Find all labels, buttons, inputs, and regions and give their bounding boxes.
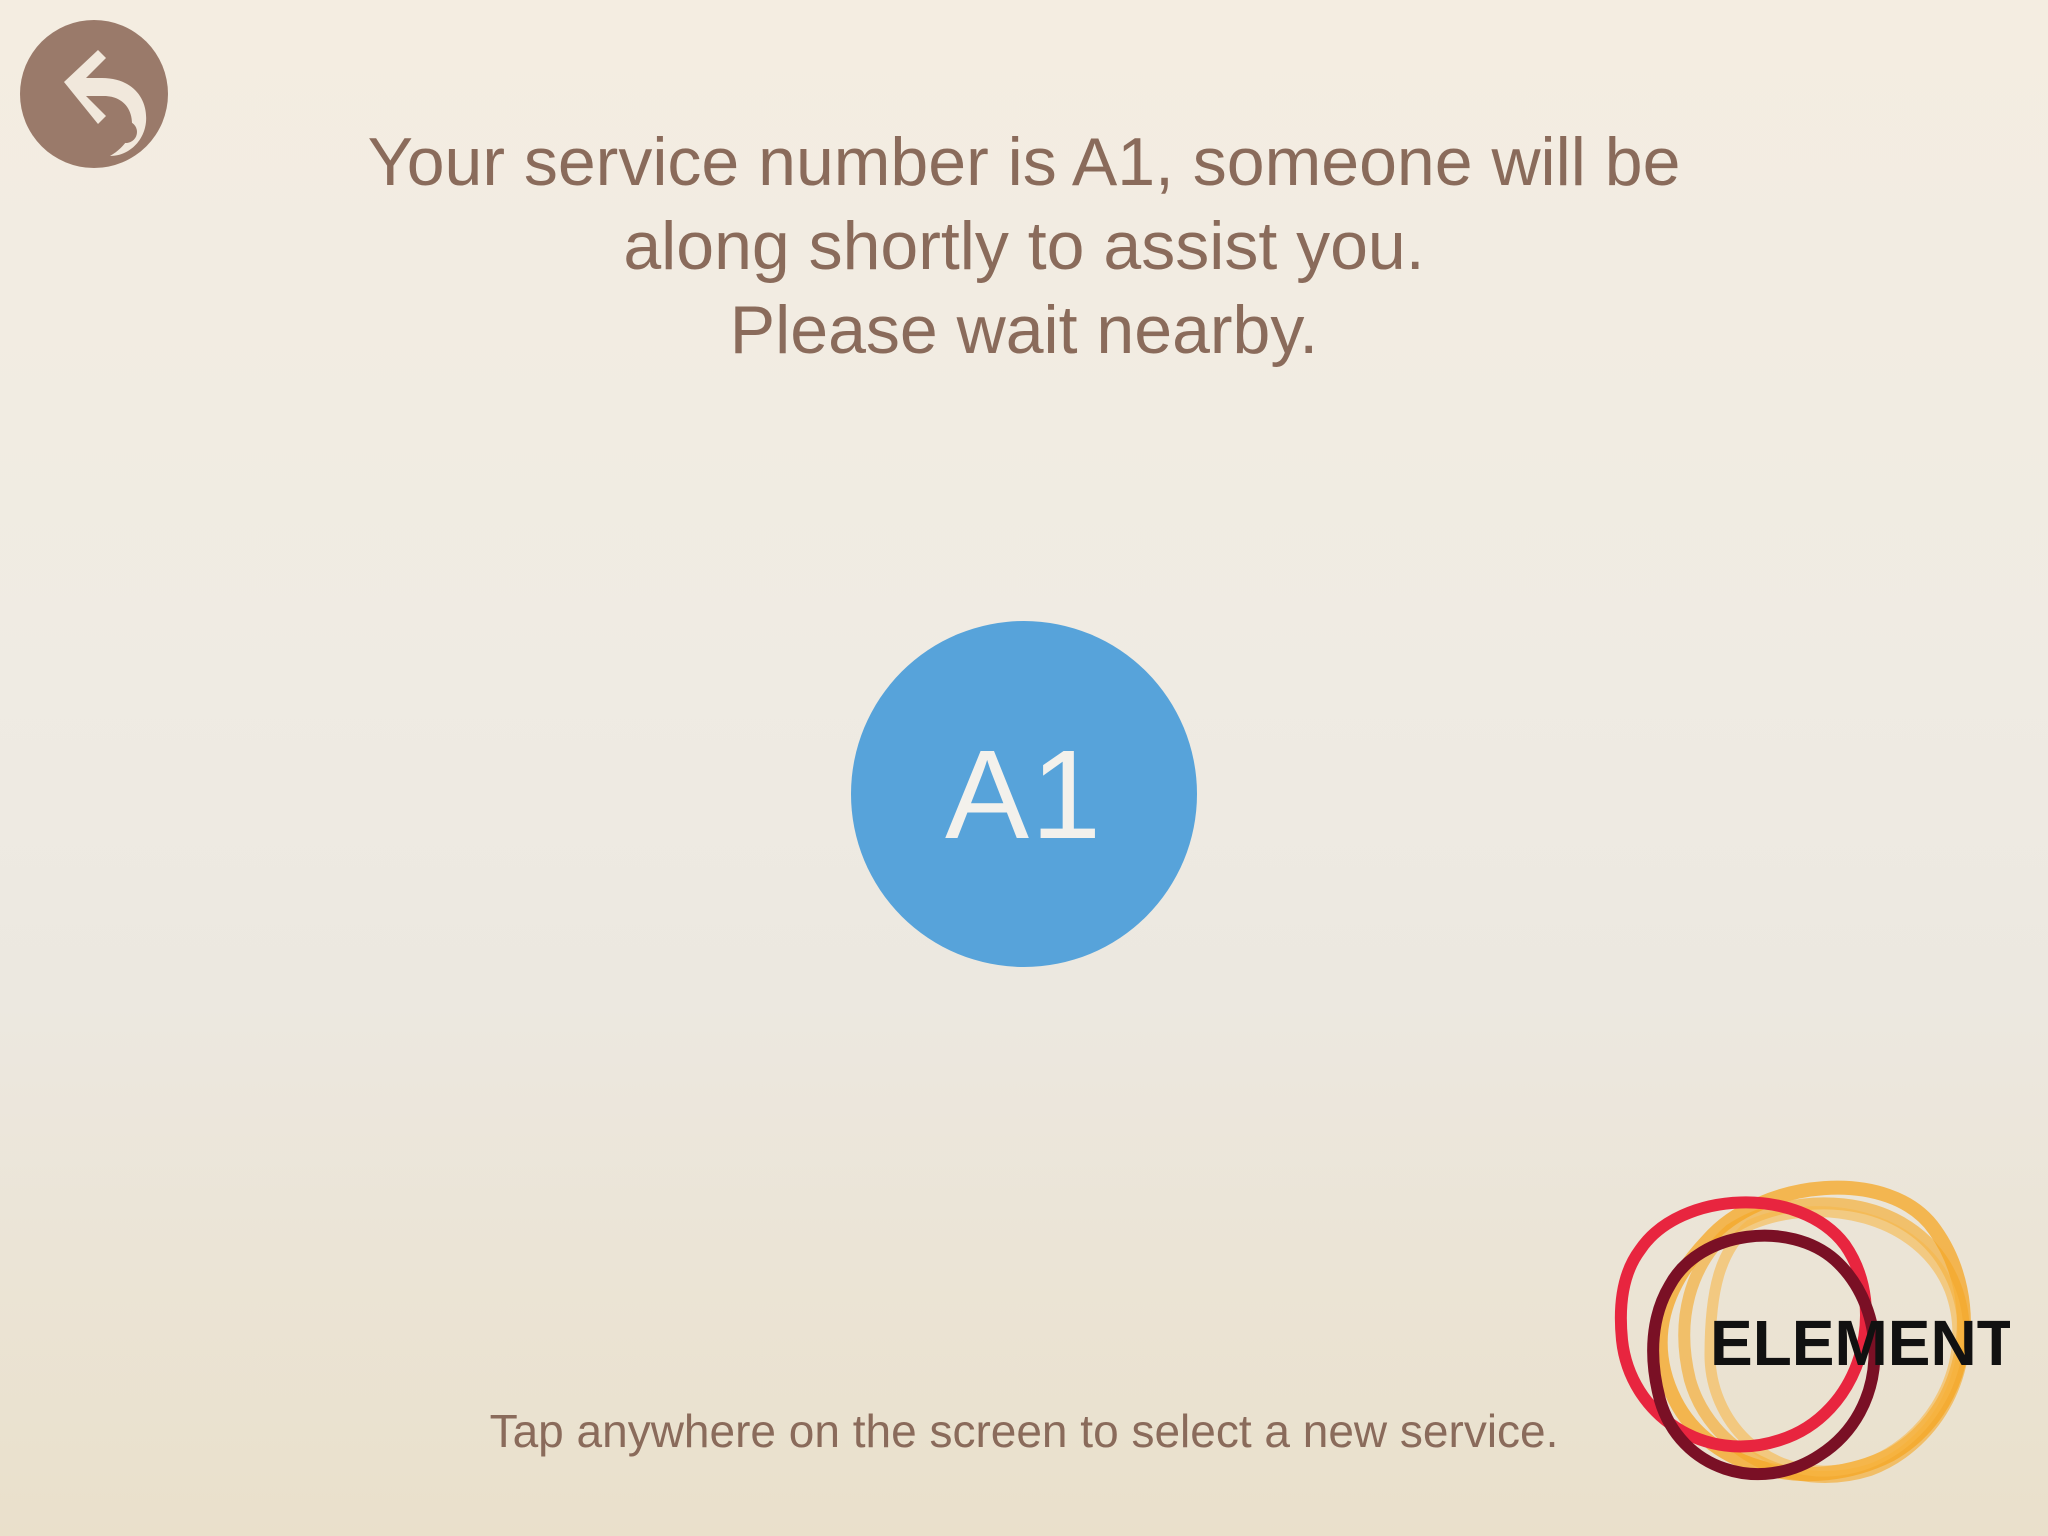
tap-anywhere-area[interactable]: Your service number is A1, someone will … <box>0 0 2048 1536</box>
service-message: Your service number is A1, someone will … <box>224 120 1824 372</box>
footer-hint: Tap anywhere on the screen to select a n… <box>489 1405 1559 1457</box>
back-arrow-icon <box>64 50 147 156</box>
ticket-badge: A1 <box>851 621 1197 967</box>
ticket-number: A1 <box>944 723 1104 865</box>
message-line-1: Your service number is A1, someone will … <box>367 124 1681 200</box>
message-line-2: along shortly to assist you. <box>623 208 1425 284</box>
back-button[interactable] <box>20 20 168 168</box>
logo-text: ELEMENTS <box>1710 1307 2010 1379</box>
message-line-3: Please wait nearby. <box>729 292 1319 368</box>
elements-logo: ELEMENTS <box>1590 1170 2010 1500</box>
